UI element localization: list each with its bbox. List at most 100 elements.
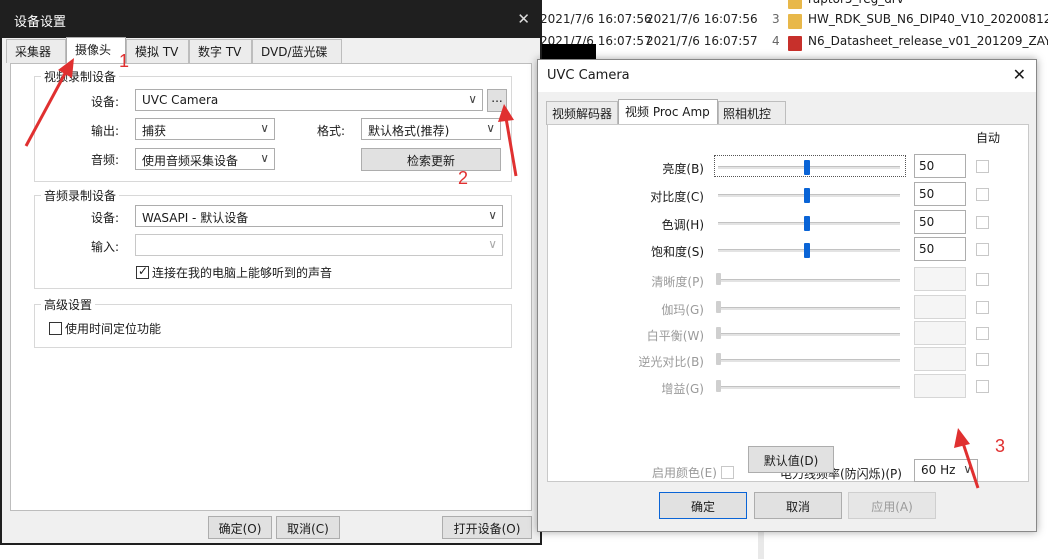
main-dialog-footer: 确定(O) 取消(C) 打开设备(O) xyxy=(2,512,540,543)
video-device-select[interactable]: UVC Camera ∨ xyxy=(135,89,483,111)
device-label: 设备: xyxy=(91,95,120,109)
bg-file-num: 3 xyxy=(772,12,780,26)
property-value-field[interactable]: 50 xyxy=(914,237,966,261)
open-device-button[interactable]: 打开设备(O) xyxy=(442,516,532,539)
camera-tab-panel: 视频录制设备 设备: UVC Camera ∨ ... 输出: 捕获 ∨ 格式:… xyxy=(10,63,532,511)
property-slider-thumb[interactable] xyxy=(804,243,810,258)
timestamp-checkbox[interactable] xyxy=(49,322,62,335)
property-slider-thumb[interactable] xyxy=(804,216,810,231)
dialog-title: 设备设置 xyxy=(14,15,67,30)
audio-select[interactable]: 使用音频采集设备 ∨ xyxy=(135,148,275,170)
property-slider-thumb[interactable] xyxy=(716,301,721,313)
color-enable-label: 启用颜色(E) xyxy=(652,466,717,480)
property-value-field[interactable] xyxy=(914,347,966,371)
property-value-field[interactable]: 50 xyxy=(914,182,966,206)
tab-proc-amp[interactable]: 视频 Proc Amp xyxy=(618,99,718,127)
property-value-field[interactable] xyxy=(914,295,966,319)
color-enable-checkbox[interactable] xyxy=(721,466,734,479)
property-label: 对比度(C) xyxy=(650,190,704,204)
tab-video-decoder[interactable]: 视频解码器 xyxy=(546,101,618,125)
property-slider-track[interactable] xyxy=(718,279,900,282)
property-auto-checkbox[interactable] xyxy=(976,301,989,314)
bg-file-name: N6_Datasheet_release_v01_201209_ZAYJ.pdf xyxy=(808,34,1048,48)
proc-amp-panel: 自动 亮度(B) 50 对比度(C) 50 色调(H) 50 饱和度(S) 50 清晰度(P) 伽… xyxy=(547,124,1029,482)
property-slider-track[interactable] xyxy=(718,333,900,336)
tab-digital-tv[interactable]: 数字 TV xyxy=(189,39,252,63)
cancel-button[interactable]: 取消(C) xyxy=(276,516,340,539)
uvc-camera-dialog: UVC Camera ✕ 视频解码器 视频 Proc Amp 照相机控制 自动 … xyxy=(537,59,1037,532)
audio-device-select[interactable]: WASAPI - 默认设备 ∨ xyxy=(135,205,503,227)
property-auto-checkbox[interactable] xyxy=(976,188,989,201)
dialog-titlebar[interactable]: 设备设置 ✕ xyxy=(2,2,540,38)
audio-group-label: 音频录制设备 xyxy=(41,187,120,204)
default-button[interactable]: 默认值(D) xyxy=(748,446,834,473)
bg-file-name: HW_RDK_SUB_N6_DIP40_V10_20200812A.zip xyxy=(808,12,1048,26)
timestamp-checkbox-label[interactable]: 使用时间定位功能 xyxy=(65,320,161,337)
refresh-button[interactable]: 检索更新 xyxy=(361,148,501,171)
property-value-field[interactable] xyxy=(914,267,966,291)
property-auto-checkbox[interactable] xyxy=(976,243,989,256)
property-label: 增益(G) xyxy=(661,382,704,396)
property-slider-thumb[interactable] xyxy=(716,353,721,365)
property-slider-thumb[interactable] xyxy=(716,380,721,392)
chevron-down-icon: ∨ xyxy=(468,92,477,106)
audio-input-select[interactable]: ∨ xyxy=(135,234,503,256)
output-select[interactable]: 捕获 ∨ xyxy=(135,118,275,140)
uvc-ok-button[interactable]: 确定 xyxy=(659,492,747,519)
uvc-title: UVC Camera xyxy=(547,68,630,83)
uvc-titlebar[interactable]: UVC Camera ✕ xyxy=(538,60,1036,92)
property-value-field[interactable] xyxy=(914,374,966,398)
tab-camera[interactable]: 摄像头 xyxy=(66,37,126,65)
tab-capture[interactable]: 采集器 xyxy=(6,39,66,63)
folder-icon xyxy=(788,0,802,9)
chevron-down-icon: ∨ xyxy=(488,208,497,222)
bg-file-list: raptor5_reg_drv 3 HW_RDK_SUB_N6_DIP40_V1… xyxy=(758,0,1048,60)
property-auto-checkbox[interactable] xyxy=(976,380,989,393)
powerline-value: 60 Hz xyxy=(921,463,956,477)
property-slider-thumb[interactable] xyxy=(716,273,721,285)
listen-checkbox-label[interactable]: 连接在我的电脑上能够听到的声音 xyxy=(152,264,332,281)
uvc-apply-button[interactable]: 应用(A) xyxy=(848,492,936,519)
slider-focus-rect xyxy=(714,155,906,177)
audio-value: 使用音频采集设备 xyxy=(142,154,239,168)
property-slider-thumb[interactable] xyxy=(716,327,721,339)
property-value-field[interactable]: 50 xyxy=(914,154,966,178)
property-auto-checkbox[interactable] xyxy=(976,216,989,229)
powerline-select[interactable]: 60 Hz ∨ xyxy=(914,459,978,482)
audio-device-label: 设备: xyxy=(91,211,120,225)
property-auto-checkbox[interactable] xyxy=(976,160,989,173)
advanced-group-label: 高级设置 xyxy=(41,296,96,313)
listen-checkbox[interactable] xyxy=(136,264,149,279)
property-slider-thumb[interactable] xyxy=(804,188,810,203)
property-auto-checkbox[interactable] xyxy=(976,273,989,286)
property-label: 逆光对比(B) xyxy=(638,355,704,369)
bg-dark-strip xyxy=(540,44,596,60)
more-button[interactable]: ... xyxy=(487,89,507,112)
property-auto-checkbox[interactable] xyxy=(976,353,989,366)
tab-camera-control[interactable]: 照相机控制 xyxy=(718,101,786,138)
property-auto-checkbox[interactable] xyxy=(976,327,989,340)
property-slider-track[interactable] xyxy=(718,386,900,389)
output-label: 输出: xyxy=(91,124,120,138)
property-value-field[interactable]: 50 xyxy=(914,210,966,234)
audio-device-value: WASAPI - 默认设备 xyxy=(142,211,249,225)
bg-date-2: 2021/7/6 16:07:56 xyxy=(646,12,758,26)
tab-analog-tv[interactable]: 模拟 TV xyxy=(126,39,189,63)
annotation-number-2: 2 xyxy=(458,168,469,188)
property-slider-track[interactable] xyxy=(718,359,900,362)
bg-file-name: raptor5_reg_drv xyxy=(808,0,904,6)
property-value-field[interactable] xyxy=(914,321,966,345)
chevron-down-icon: ∨ xyxy=(488,237,497,251)
close-icon[interactable]: ✕ xyxy=(517,10,530,28)
property-label: 清晰度(P) xyxy=(651,275,704,289)
chevron-down-icon: ∨ xyxy=(486,121,495,135)
bg-date-2: 2021/7/6 16:07:57 xyxy=(646,34,758,48)
format-select[interactable]: 默认格式(推荐) ∨ xyxy=(361,118,501,140)
close-icon[interactable]: ✕ xyxy=(1013,65,1026,84)
tab-dvd-bluray[interactable]: DVD/蓝光碟 xyxy=(252,39,342,63)
ok-button[interactable]: 确定(O) xyxy=(208,516,272,539)
uvc-cancel-button[interactable]: 取消 xyxy=(754,492,842,519)
property-label: 白平衡(W) xyxy=(646,329,704,343)
bg-date-1: 2021/7/6 16:07:56 xyxy=(540,12,652,26)
property-slider-track[interactable] xyxy=(718,307,900,310)
